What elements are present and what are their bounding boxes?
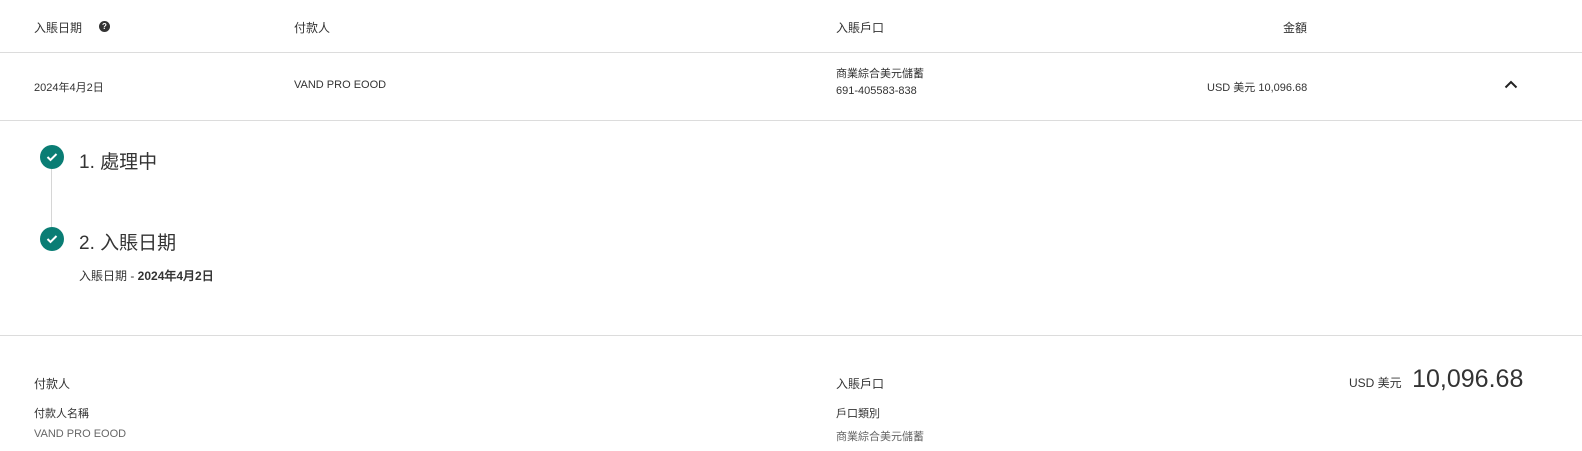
payer-name-value: VAND PRO EOOD [34,428,127,440]
header-date-label: 入賬日期 [34,21,83,35]
step-2-detail-label: 入賬日期 - [79,269,138,283]
amount-currency: USD 美元 [1349,376,1402,390]
row-account-number: 691-405583-838 [836,85,917,97]
step-connector [51,169,52,227]
row-amount: USD 美元 10,096.68 [1207,82,1308,94]
amount-value: 10,096.68 [1412,365,1524,393]
account-type-value: 商業綜合美元儲蓄 [836,431,924,443]
row-date: 2024年4月2日 [34,82,104,94]
step-2-detail-value: 2024年4月2日 [137,269,214,283]
amount-summary: USD 美元 10,096.68 [1349,365,1523,394]
question-circle-icon[interactable]: ? [99,21,110,32]
check-circle-icon [40,227,64,251]
account-section-title: 入賬戶口 [836,377,885,391]
chevron-up-icon[interactable] [1504,80,1518,89]
table-row[interactable]: 2024年4月2日 VAND PRO EOOD 商業綜合美元儲蓄 691-405… [0,53,1582,120]
step-1-title: 1. 處理中 [79,152,158,173]
row-divider [0,120,1582,121]
step-2-title: 2. 入賬日期 [79,233,177,254]
row-payer: VAND PRO EOOD [294,79,387,91]
account-type-label: 戶口類別 [836,408,880,420]
header-date: 入賬日期 [34,19,82,36]
step-2-detail: 入賬日期 - 2024年4月2日 [79,267,214,284]
header-amount: 金額 [1283,21,1308,35]
row-account-name: 商業綜合美元儲蓄 [836,68,924,80]
section-divider [0,335,1582,336]
header-account: 入賬戶口 [836,21,885,35]
payer-name-label: 付款人名稱 [34,408,89,420]
payer-section-title: 付款人 [34,377,71,391]
check-circle-icon [40,145,64,169]
header-payer: 付款人 [294,21,331,35]
